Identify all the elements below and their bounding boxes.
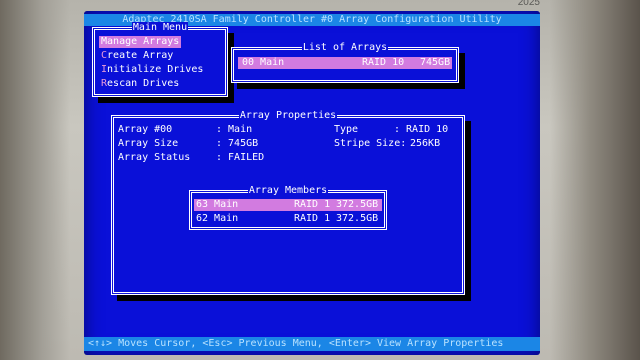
menu-item-label: anage Arrays: [107, 36, 180, 47]
array-status-label: Array Status: [118, 152, 191, 163]
menu-item-initialize-drives[interactable]: Initialize Drives: [99, 64, 205, 76]
array-size-label: Array Size: [118, 138, 179, 149]
array-size: 745GB: [420, 57, 451, 68]
array-list-panel: List of Arrays 00 Main RAID 10 745GB: [231, 42, 459, 83]
member-raid-type: RAID 1: [294, 199, 331, 210]
array-id: 00 Main: [242, 57, 285, 68]
member-row[interactable]: 63 Main RAID 1 372.5GB: [194, 199, 382, 211]
bezel-right-shade: [550, 0, 640, 360]
array-members-panel: Array Members 63 Main RAID 1 372.5GB 62 …: [189, 185, 387, 230]
array-list-row[interactable]: 00 Main RAID 10 745GB: [238, 57, 452, 69]
main-menu-panel: Main Menu Manage Arrays Create Array Ini…: [92, 22, 228, 97]
menu-item-label: nitialize Drives: [107, 64, 204, 75]
array-size-value: : 745GB: [216, 138, 259, 149]
status-bar: <↑↓> Moves Cursor, <Esc> Previous Menu, …: [84, 337, 540, 351]
menu-item-label: reate Array: [107, 50, 174, 61]
member-size: 372.5GB: [336, 213, 379, 224]
menu-item-rescan-drives[interactable]: Rescan Drives: [99, 78, 181, 90]
member-id: 63 Main: [196, 199, 239, 210]
array-status-value: : FAILED: [216, 152, 265, 163]
array-list-title: List of Arrays: [301, 42, 389, 53]
array-raid-type: RAID 10: [362, 57, 405, 68]
main-menu-title: Main Menu: [131, 22, 189, 33]
bezel-left-shade: [0, 0, 70, 360]
member-raid-type: RAID 1: [294, 213, 331, 224]
array-properties-panel: Array Properties Array #00 : Main Type :…: [111, 110, 465, 295]
array-properties-title: Array Properties: [238, 110, 338, 121]
stripe-size-value: 256KB: [410, 138, 441, 149]
array-number-label: Array #00: [118, 124, 173, 135]
array-members-title: Array Members: [247, 185, 329, 196]
array-type-value: : RAID 10: [394, 124, 449, 135]
menu-item-create-array[interactable]: Create Array: [99, 50, 175, 62]
crt-screen: Adaptec 2410SA Family Controller #0 Arra…: [84, 11, 540, 355]
bezel-label: 2025: [517, 0, 540, 8]
stripe-size-label: Stripe Size:: [334, 138, 407, 149]
member-row[interactable]: 62 Main RAID 1 372.5GB: [194, 213, 382, 225]
member-size: 372.5GB: [336, 199, 379, 210]
array-type-label: Type: [334, 124, 359, 135]
member-id: 62 Main: [196, 213, 239, 224]
array-number-value: : Main: [216, 124, 253, 135]
menu-item-label: escan Drives: [107, 78, 180, 89]
menu-item-manage-arrays[interactable]: Manage Arrays: [99, 36, 182, 48]
